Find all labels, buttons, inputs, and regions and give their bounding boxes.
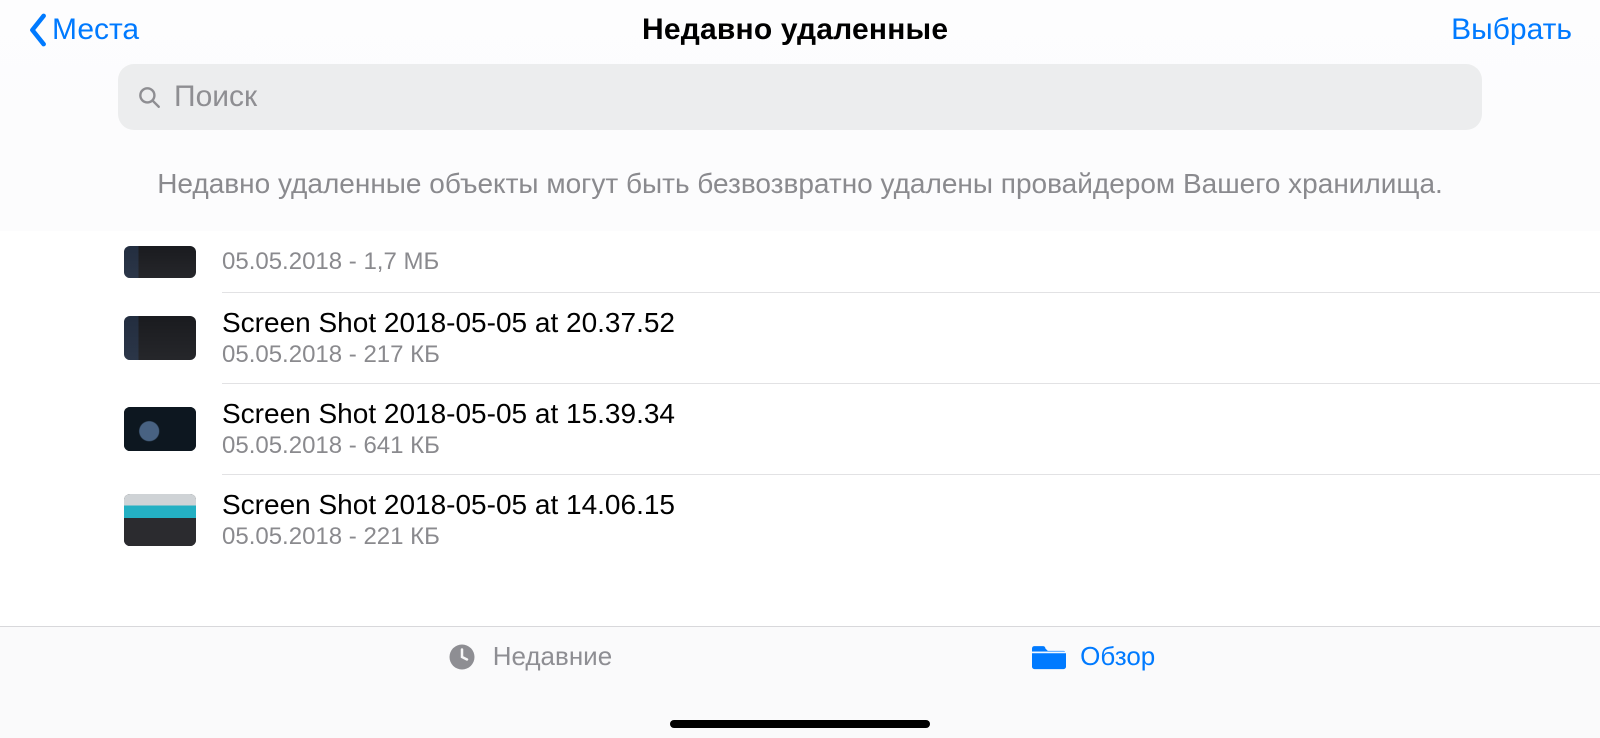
thumbnail-icon	[124, 494, 196, 546]
file-meta: 05.05.2018 - 1,7 МБ	[222, 248, 439, 276]
folder-icon	[1032, 642, 1066, 672]
search-icon	[136, 84, 162, 110]
home-indicator[interactable]	[670, 720, 930, 728]
chevron-left-icon	[28, 13, 48, 47]
tab-browse-label: Обзор	[1080, 641, 1155, 672]
file-meta: 05.05.2018 - 221 КБ	[222, 523, 675, 551]
file-meta: 05.05.2018 - 641 КБ	[222, 432, 675, 460]
back-label: Места	[52, 13, 139, 47]
tab-recent-label: Недавние	[493, 641, 612, 672]
page-title: Недавно удаленные	[642, 13, 948, 47]
tab-recent[interactable]: Недавние	[445, 641, 612, 672]
navbar: Места Недавно удаленные Выбрать	[0, 0, 1600, 60]
search-container	[0, 60, 1600, 130]
select-button[interactable]: Выбрать	[1451, 13, 1572, 47]
thumbnail-icon	[124, 246, 196, 278]
info-banner: Недавно удаленные объекты могут быть без…	[0, 130, 1600, 203]
thumbnail-icon	[124, 316, 196, 360]
file-name: Screen Shot 2018-05-05 at 14.06.15	[222, 489, 675, 521]
header: Места Недавно удаленные Выбрать Недавно …	[0, 0, 1600, 231]
list-item[interactable]: Screen Shot 2018-05-05 at 14.06.15 05.05…	[0, 475, 1600, 565]
file-name: Screen Shot 2018-05-05 at 15.39.34	[222, 398, 675, 430]
thumbnail-icon	[124, 407, 196, 451]
clock-icon	[445, 642, 479, 672]
list-item[interactable]: Screen Shot 2018-05-05 at 15.39.34 05.05…	[0, 384, 1600, 474]
file-name: Screen Shot 2018-05-05 at 20.37.52	[222, 307, 675, 339]
back-button[interactable]: Места	[28, 13, 139, 47]
tab-browse[interactable]: Обзор	[1032, 641, 1155, 672]
file-meta: 05.05.2018 - 217 КБ	[222, 341, 675, 369]
search-field[interactable]	[118, 64, 1482, 130]
list-item[interactable]: 05.05.2018 - 1,7 МБ	[0, 246, 1600, 292]
list-item[interactable]: Screen Shot 2018-05-05 at 20.37.52 05.05…	[0, 293, 1600, 383]
search-input[interactable]	[174, 80, 1464, 114]
